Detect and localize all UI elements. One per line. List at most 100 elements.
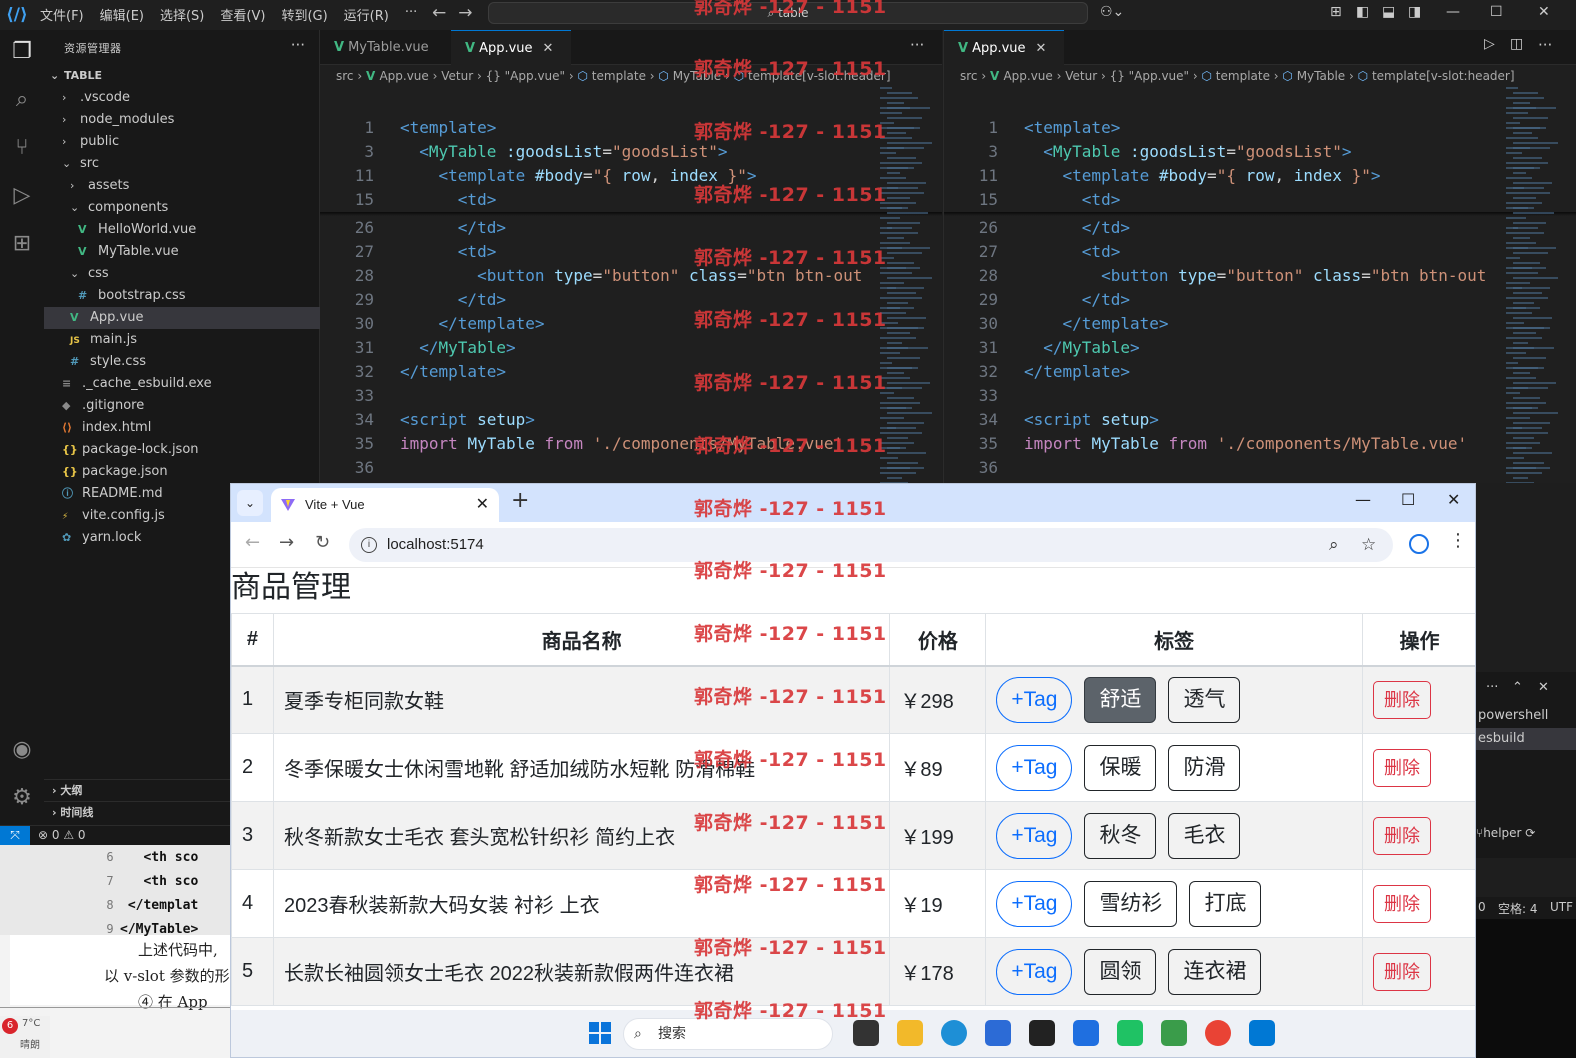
breadcrumb-item[interactable]: {} "App.vue" (1110, 69, 1189, 83)
add-tag-button[interactable]: +Tag (996, 880, 1073, 927)
tree-item[interactable]: ⟨⟩ index.html (44, 417, 320, 439)
root-folder[interactable]: ⌄ TABLE (44, 65, 320, 87)
toggle-secondary-icon[interactable]: ◨ (1408, 4, 1421, 20)
browser-menu-icon[interactable]: ⋮ (1449, 530, 1467, 551)
wechat-icon[interactable] (1117, 1020, 1143, 1046)
problems-count[interactable]: ⊗ 0 ⚠ 0 (38, 828, 86, 842)
tree-item[interactable]: ≡ ._cache_esbuild.exe (44, 373, 320, 395)
menu-item[interactable]: ··· (405, 5, 417, 24)
settings-gear-icon[interactable]: ⚙ (8, 784, 36, 812)
store-icon[interactable] (985, 1020, 1011, 1046)
breadcrumb-item[interactable]: MyTable (1297, 69, 1346, 83)
tag-badge[interactable]: 防滑 (1168, 744, 1241, 791)
tab-app-vue-right[interactable]: V App.vue ✕ (944, 30, 1064, 65)
explorer-icon[interactable]: ❐ (8, 38, 36, 66)
more-actions-icon[interactable]: ··· (910, 36, 924, 54)
search-icon[interactable]: ⌕ (8, 86, 36, 114)
lenovo-icon[interactable] (1073, 1020, 1099, 1046)
add-tag-button[interactable]: +Tag (996, 744, 1073, 791)
menu-item[interactable]: 运行(R) (344, 5, 389, 24)
tab-search-button[interactable]: ⌄ (237, 490, 263, 516)
delete-button[interactable]: 删除 (1373, 952, 1432, 991)
breadcrumb-item[interactable]: src (336, 69, 354, 83)
more-actions-icon[interactable]: ··· (291, 36, 305, 54)
minimize-icon[interactable]: — (1446, 4, 1460, 20)
task-view-icon[interactable] (853, 1020, 879, 1046)
nav-arrows[interactable]: ←→ (432, 3, 485, 23)
breadcrumb-item[interactable]: {} "App.vue" (486, 69, 565, 83)
edge-icon[interactable] (941, 1020, 967, 1046)
tag-badge[interactable]: 舒适 (1084, 676, 1157, 723)
toggle-panel-icon[interactable]: ⬓ (1382, 4, 1395, 20)
close-window-icon[interactable]: ✕ (1538, 4, 1550, 20)
start-icon[interactable] (587, 1020, 613, 1046)
maximize-icon[interactable]: ☐ (1401, 490, 1415, 509)
breadcrumb-item[interactable]: Vetur (1065, 69, 1097, 83)
bookmark-star-icon[interactable]: ☆ (1361, 528, 1376, 562)
maximize-panel-icon[interactable]: ⌃ (1512, 680, 1523, 695)
profile-icon[interactable] (1409, 534, 1429, 554)
tag-badge[interactable]: 秋冬 (1084, 812, 1157, 859)
close-window-icon[interactable]: ✕ (1447, 490, 1460, 509)
split-editor-icon[interactable]: ◫ (1510, 36, 1523, 52)
tag-badge[interactable]: 雪纺衫 (1084, 880, 1178, 927)
minimize-icon[interactable]: — (1355, 490, 1371, 509)
add-tag-button[interactable]: +Tag (996, 812, 1073, 859)
close-tab-icon[interactable]: ✕ (543, 41, 554, 56)
unity-icon[interactable] (1029, 1020, 1055, 1046)
run-debug-icon[interactable]: ▷ (8, 182, 36, 210)
close-tab-icon[interactable]: ✕ (1036, 41, 1047, 56)
tree-item[interactable]: › assets (44, 175, 320, 197)
close-tab-icon[interactable]: ✕ (476, 488, 489, 522)
breadcrumb-item[interactable]: src (960, 69, 978, 83)
menu-item[interactable]: 文件(F) (40, 5, 84, 24)
tree-item[interactable]: JS main.js (44, 329, 320, 351)
tab-app-vue[interactable]: V App.vue ✕ (451, 30, 571, 65)
new-tab-button[interactable]: + (511, 488, 529, 513)
back-icon[interactable]: ← (245, 532, 260, 553)
delete-button[interactable]: 删除 (1373, 748, 1432, 787)
tree-item[interactable]: ⌄ components (44, 197, 320, 219)
minimap-right[interactable] (1506, 87, 1566, 483)
menu-item[interactable]: 转到(G) (281, 5, 327, 24)
menu-item[interactable]: 编辑(E) (100, 5, 144, 24)
close-panel-icon[interactable]: ✕ (1538, 680, 1549, 695)
remote-icon[interactable]: ⤧ (0, 826, 30, 846)
tab-mytable-vue[interactable]: V MyTable.vue (320, 30, 450, 65)
app-icon[interactable] (1161, 1020, 1187, 1046)
tree-item[interactable]: {} package.json (44, 461, 320, 483)
tree-item[interactable]: › node_modules (44, 109, 320, 131)
tag-badge[interactable]: 圆领 (1084, 948, 1157, 995)
breadcrumb-item[interactable]: App.vue (379, 69, 428, 83)
file-explorer-icon[interactable] (897, 1020, 923, 1046)
reload-icon[interactable]: ↻ (315, 532, 330, 553)
source-control-icon[interactable]: ⑂ (8, 134, 36, 162)
browser-tab-vite-vue[interactable]: Vite + Vue ✕ (271, 488, 499, 522)
add-tag-button[interactable]: +Tag (996, 948, 1073, 995)
more-actions-icon[interactable]: ··· (1538, 36, 1552, 54)
breadcrumb-item[interactable]: template (592, 69, 646, 83)
breadcrumb-item[interactable]: App.vue (1003, 69, 1052, 83)
menu-item[interactable]: 查看(V) (220, 5, 265, 24)
forward-icon[interactable]: → (279, 532, 294, 553)
chrome-icon[interactable] (1205, 1020, 1231, 1046)
tag-badge[interactable]: 连衣裙 (1168, 948, 1262, 995)
tree-item[interactable]: V App.vue (44, 307, 320, 329)
tree-item[interactable]: # style.css (44, 351, 320, 373)
tag-badge[interactable]: 透气 (1168, 676, 1241, 723)
tree-item[interactable]: ⌄ src (44, 153, 320, 175)
breadcrumb-item[interactable]: template[v-slot:header] (1372, 69, 1515, 83)
breadcrumb-item[interactable]: template (1216, 69, 1270, 83)
terminal-more-icon[interactable]: ··· (1486, 680, 1498, 695)
terminal-helper[interactable]: ⑂helper ⟳ (1476, 826, 1535, 840)
delete-button[interactable]: 删除 (1373, 884, 1432, 923)
tree-item[interactable]: ⌄ css (44, 263, 320, 285)
extensions-icon[interactable]: ⊞ (8, 230, 36, 258)
terminal-item-esbuild[interactable]: esbuild (1476, 728, 1576, 750)
tree-item[interactable]: V HelloWorld.vue (44, 219, 320, 241)
account-icon[interactable]: ◉ (8, 736, 36, 764)
weather-widget[interactable]: 6 7°C 晴朗 (0, 1016, 50, 1058)
tag-badge[interactable]: 保暖 (1084, 744, 1157, 791)
site-info-icon[interactable]: i (361, 537, 377, 553)
minimap-left[interactable] (880, 87, 940, 483)
